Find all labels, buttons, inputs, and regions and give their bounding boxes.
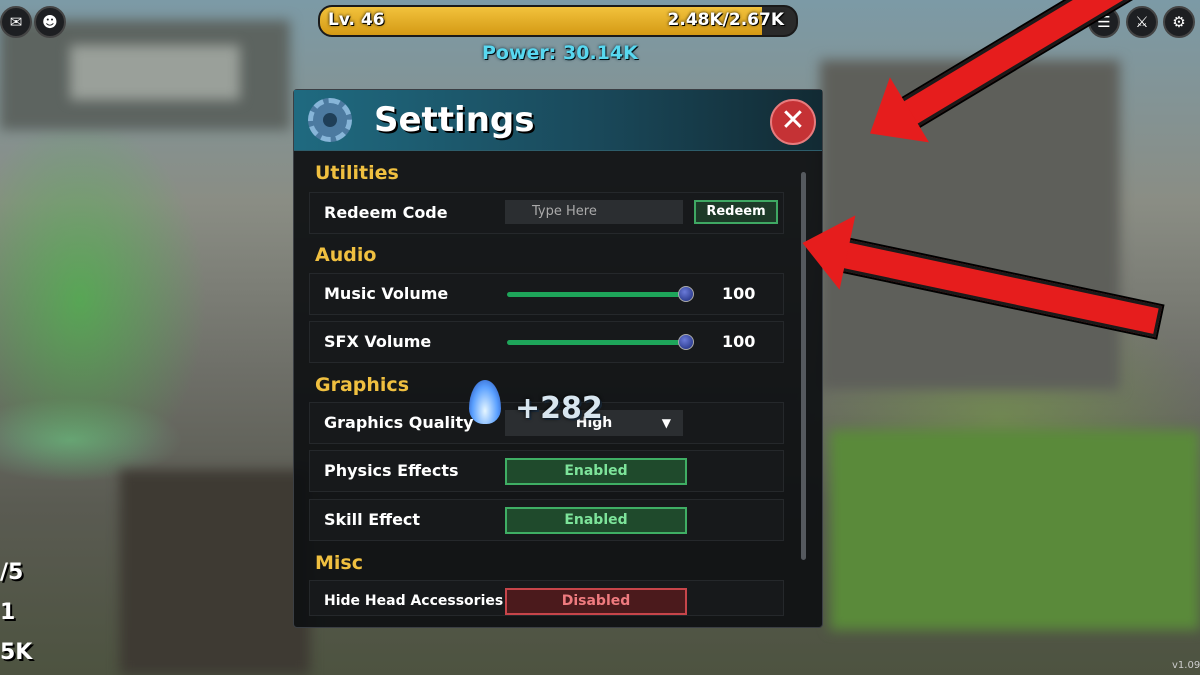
- background-grass: [830, 430, 1200, 630]
- music-volume-label: Music Volume: [324, 284, 449, 303]
- redeem-code-label: Redeem Code: [324, 203, 448, 222]
- avatar-icon[interactable]: ☻: [34, 6, 66, 38]
- skill-effect-label: Skill Effect: [324, 510, 421, 529]
- hide-head-accessories-toggle[interactable]: Disabled: [505, 588, 687, 615]
- skill-effect-row: Skill Effect Enabled: [309, 499, 784, 541]
- music-volume-row: Music Volume 100: [309, 273, 784, 315]
- section-graphics: Graphics: [315, 374, 409, 396]
- settings-title: Settings: [374, 100, 535, 140]
- power-label: Power: 30.14K: [482, 42, 638, 64]
- graphics-quality-label: Graphics Quality: [324, 413, 474, 432]
- level-label: Lv. 46: [328, 10, 385, 30]
- close-button[interactable]: ✕: [770, 99, 816, 145]
- sfx-volume-row: SFX Volume 100: [309, 321, 784, 363]
- hide-head-accessories-label: Hide Head Accessories: [324, 593, 504, 609]
- sfx-volume-slider[interactable]: [507, 340, 687, 345]
- sfx-volume-label: SFX Volume: [324, 332, 432, 351]
- redeem-button[interactable]: Redeem: [694, 200, 778, 224]
- settings-panel: Settings ✕ Utilities Redeem Code Type He…: [293, 89, 823, 628]
- mail-icon[interactable]: ✉: [0, 6, 32, 38]
- left-stat-2: 1: [0, 600, 16, 625]
- section-utilities: Utilities: [315, 162, 399, 184]
- level-progress-bar: Lv. 46 2.48K/2.67K: [318, 5, 798, 37]
- crossed-swords-icon[interactable]: ⚔: [1126, 6, 1158, 38]
- skill-effect-toggle[interactable]: Enabled: [505, 507, 687, 534]
- physics-effects-row: Physics Effects Enabled: [309, 450, 784, 492]
- section-audio: Audio: [315, 244, 377, 266]
- music-volume-value: 100: [722, 284, 756, 303]
- music-volume-knob[interactable]: [678, 286, 694, 302]
- music-volume-slider[interactable]: [507, 292, 687, 297]
- section-misc: Misc: [315, 552, 363, 574]
- redeem-code-input[interactable]: Type Here: [505, 200, 683, 224]
- left-stat-1: /5: [0, 560, 24, 585]
- xp-label: 2.48K/2.67K: [667, 10, 784, 30]
- redeem-code-row: Redeem Code Type Here Redeem: [309, 192, 784, 234]
- background-sign: [70, 45, 240, 100]
- left-stat-3: 5K: [0, 640, 33, 665]
- hide-head-accessories-row: Hide Head Accessories Disabled: [309, 580, 784, 616]
- background-path: [120, 470, 310, 675]
- chevron-down-icon: ▼: [661, 416, 671, 430]
- sfx-volume-value: 100: [722, 332, 756, 351]
- reward-popup: +282: [515, 391, 603, 426]
- settings-gear-icon: [308, 98, 352, 142]
- settings-header: Settings ✕: [294, 90, 822, 151]
- sfx-volume-knob[interactable]: [678, 334, 694, 350]
- physics-effects-toggle[interactable]: Enabled: [505, 458, 687, 485]
- version-watermark: v1.09: [1172, 660, 1200, 671]
- gear-icon[interactable]: ⚙: [1163, 6, 1195, 38]
- physics-effects-label: Physics Effects: [324, 461, 459, 480]
